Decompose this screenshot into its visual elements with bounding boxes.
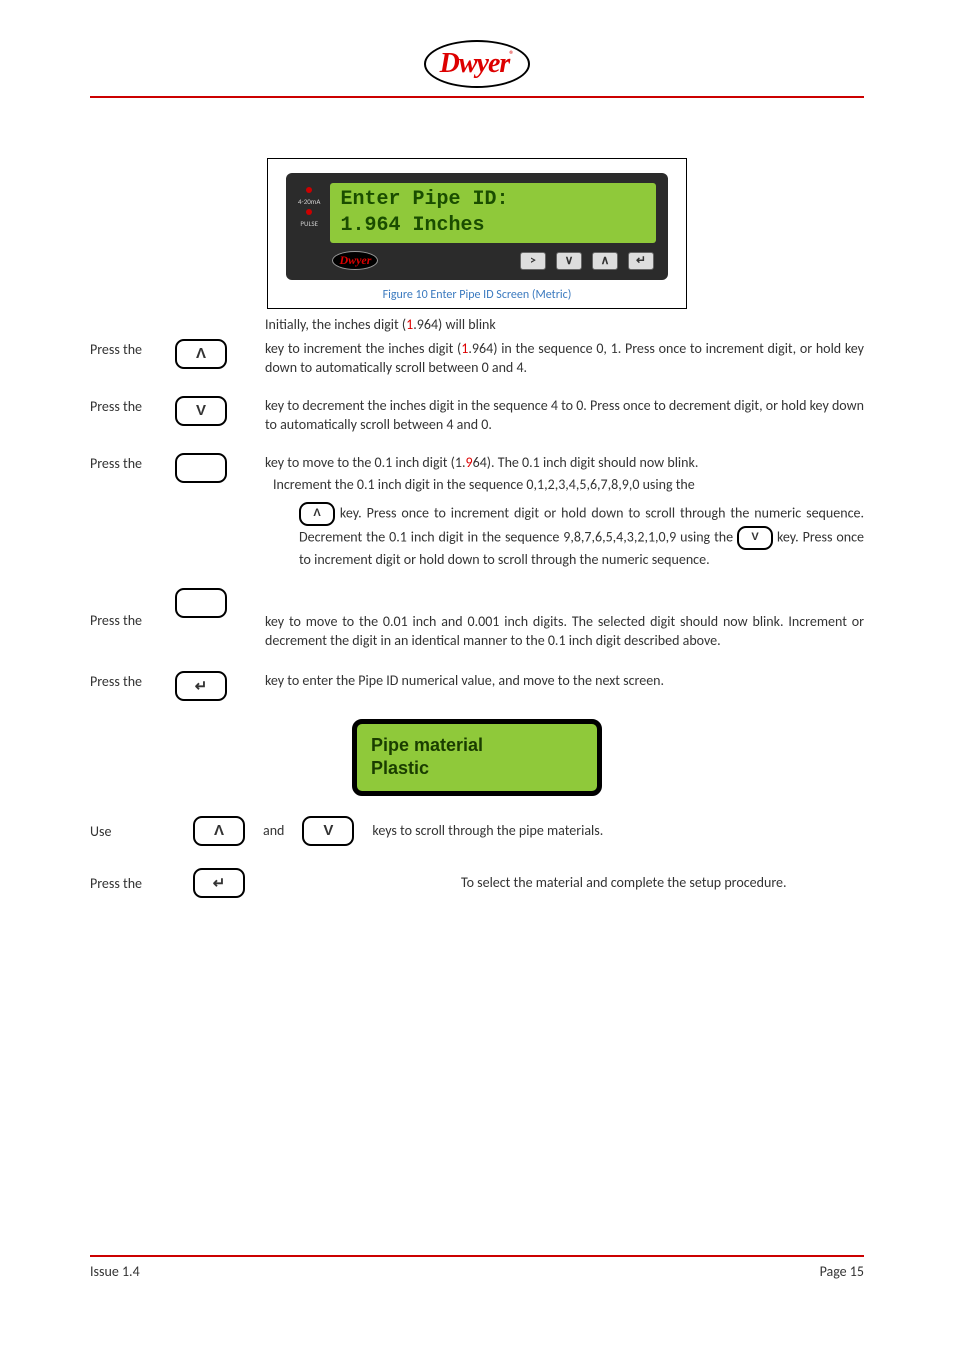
press-label: Press the	[90, 396, 175, 415]
down-key-icon: V	[302, 816, 354, 846]
header-logo: Dwyer®	[90, 40, 864, 88]
step5-text: key to enter the Pipe ID numerical value…	[265, 671, 864, 691]
logo-text: Dwyer	[440, 48, 510, 79]
lcd-line1: Enter Pipe ID:	[340, 187, 646, 213]
up-key-small-icon: Λ	[299, 502, 335, 526]
press-label: Press the	[90, 339, 175, 358]
press-label: Press the	[90, 873, 175, 892]
indicator-420ma: 4-20mA	[298, 197, 320, 206]
indicator-pulse: PULSE	[300, 219, 318, 228]
lcd-line2: 1.964 Inches	[340, 213, 646, 239]
step7-text: To select the material and complete the …	[461, 873, 864, 893]
press-label: Press the	[90, 588, 175, 629]
footer-page: Page 15	[820, 1263, 864, 1280]
enter-key-icon: ↵	[193, 868, 245, 898]
device-down-button: ∨	[556, 252, 582, 270]
logo-reg: ®	[509, 48, 514, 61]
step6-text: keys to scroll through the pipe material…	[372, 821, 864, 841]
use-label: Use	[90, 821, 175, 840]
step2-text: key to decrement the inches digit in the…	[265, 396, 864, 435]
up-key-icon: Λ	[193, 816, 245, 846]
mini-logo: Dwyer	[332, 251, 378, 270]
blank-key-icon	[175, 588, 227, 618]
lcd-screen: Enter Pipe ID: 1.964 Inches	[330, 183, 656, 243]
device-indicators: 4-20mA PULSE	[298, 183, 320, 228]
page-footer: Issue 1.4 Page 15	[90, 1255, 864, 1280]
pipe-material-line1: Pipe material	[371, 734, 583, 757]
footer-issue: Issue 1.4	[90, 1263, 140, 1280]
step1-text: key to increment the inches digit (1.964…	[265, 339, 864, 378]
header-divider	[90, 96, 864, 98]
device-next-button: >	[520, 252, 546, 270]
initial-text: Initially, the inches digit (1.964) will…	[265, 315, 864, 335]
figure-caption: Figure 10 Enter Pipe ID Screen (Metric)	[286, 288, 668, 302]
down-key-icon: V	[175, 396, 227, 426]
press-label: Press the	[90, 453, 175, 472]
device-figure: 4-20mA PULSE Enter Pipe ID: 1.964 Inches…	[267, 158, 687, 309]
device-up-button: ∧	[592, 252, 618, 270]
step4-text: key to move to the 0.01 inch and 0.001 i…	[265, 588, 864, 651]
led-icon	[306, 187, 312, 193]
and-label: and	[263, 822, 284, 839]
pipe-material-line2: Plastic	[371, 757, 583, 780]
press-label: Press the	[90, 671, 175, 690]
pipe-material-screen: Pipe material Plastic	[352, 719, 602, 796]
blank-key-icon	[175, 453, 227, 483]
step3-text: key to move to the 0.1 inch digit (1.964…	[265, 453, 864, 570]
up-key-icon: Λ	[175, 339, 227, 369]
down-key-small-icon: V	[737, 526, 773, 550]
enter-key-icon: ↵	[175, 671, 227, 701]
device-enter-button: ↵	[628, 252, 654, 270]
led-icon	[306, 209, 312, 215]
